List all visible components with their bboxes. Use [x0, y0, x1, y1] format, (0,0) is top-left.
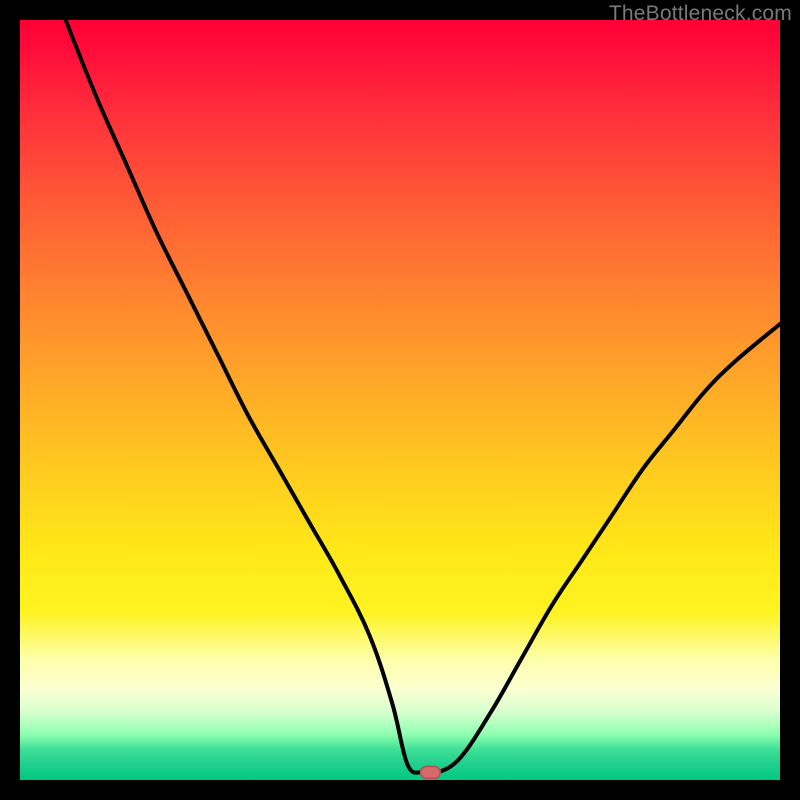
- minimum-marker: [420, 766, 440, 778]
- watermark-text: TheBottleneck.com: [609, 2, 792, 26]
- chart-frame: TheBottleneck.com: [0, 0, 800, 800]
- plot-area: [20, 20, 780, 780]
- bottleneck-curve-path: [66, 20, 780, 774]
- chart-svg: [20, 20, 780, 780]
